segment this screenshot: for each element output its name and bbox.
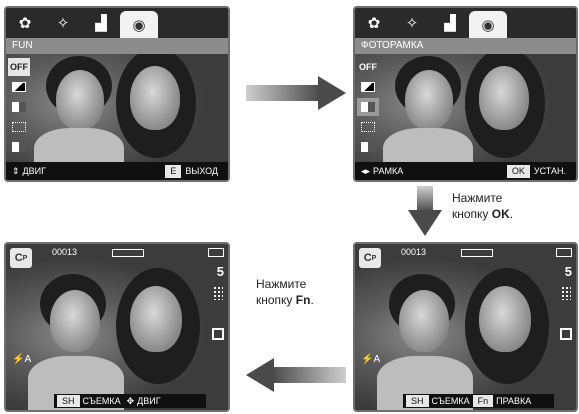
camera-tab-icon[interactable]: ◉	[120, 11, 158, 39]
memory-bar	[112, 249, 144, 257]
caption-line: кнопку	[256, 293, 296, 307]
dpad-icon: ✥	[126, 395, 135, 406]
composite-icon	[12, 102, 26, 112]
menu-item-frame[interactable]	[357, 78, 379, 96]
program-mode-icon: CP	[359, 248, 381, 268]
image-size: 5	[216, 264, 224, 279]
menu-item-list: OFF	[8, 58, 30, 158]
left-right-icon: ◂▸	[361, 165, 371, 176]
set-label: УСТАН.	[533, 166, 566, 176]
caption-press-fn: Нажмите кнопку Fn.	[256, 277, 314, 307]
move-label: ДВИГ	[137, 396, 161, 406]
sparkle-icon[interactable]: ✧	[393, 10, 431, 36]
menu-item-split[interactable]	[8, 138, 30, 156]
caption-line: Нажмите	[452, 191, 503, 205]
shot-count: 00013	[52, 247, 78, 257]
flash-auto-icon: ⚡A	[12, 354, 32, 365]
menu-title: ФОТОРАМКА	[355, 38, 576, 54]
portrait-photo	[355, 244, 576, 410]
camera-tab-icon[interactable]: ◉	[469, 11, 507, 39]
menu-title: FUN	[6, 38, 228, 54]
menu-item-frame[interactable]	[8, 78, 30, 96]
caption-press-ok: Нажмите кнопку OK.	[452, 191, 514, 221]
nav-label: РАМКА	[373, 166, 404, 176]
ok-key[interactable]: OK	[506, 164, 530, 178]
histogram-icon[interactable]: ▟	[82, 10, 120, 36]
camera-screen-capture-fn: CP 00013 5 ⚡A SH СЪЕМКА Fn ПРАВКА	[353, 242, 578, 412]
shutter-key[interactable]: SH	[57, 395, 80, 407]
battery-icon	[556, 248, 572, 257]
arrow-down-icon	[408, 186, 442, 236]
menu-item-off[interactable]: OFF	[8, 58, 30, 76]
quality-icon	[213, 286, 223, 300]
flash-auto-icon: ⚡A	[361, 354, 381, 365]
caption-line: кнопку	[452, 207, 492, 221]
menu-item-off[interactable]: OFF	[357, 58, 379, 76]
split-icon	[361, 142, 375, 152]
metering-icon	[560, 328, 572, 340]
menu-item-composite[interactable]	[357, 98, 379, 116]
battery-icon	[208, 248, 224, 257]
program-mode-icon: CP	[10, 248, 32, 268]
exit-key[interactable]: E	[165, 164, 182, 178]
fn-key-label: Fn	[295, 293, 311, 307]
shoot-label: СЪЕМКА	[82, 396, 121, 406]
sparkle-icon[interactable]: ✧	[44, 10, 82, 36]
shot-count: 00013	[401, 247, 427, 257]
composite-icon	[361, 102, 375, 112]
image-size: 5	[564, 264, 572, 279]
quality-icon	[561, 286, 571, 300]
ok-key-label: OK	[491, 207, 510, 221]
menu-tab-bar: ✿ ✧ ▟ ◉	[355, 8, 576, 39]
menu-item-split[interactable]	[357, 138, 379, 156]
bottom-help-bar: ◂▸ РАМКА OK УСТАН.	[355, 162, 576, 180]
menu-item-composite[interactable]	[8, 98, 30, 116]
shoot-label: СЪЕМКА	[431, 396, 470, 406]
caption-line: Нажмите	[256, 277, 307, 291]
memory-bar	[461, 249, 493, 257]
camera-screen-fun-menu: ✿ ✧ ▟ ◉ FUN OFF ⇕ ДВИГ E ВЫХОД	[4, 6, 230, 182]
spot-icon	[361, 122, 375, 132]
menu-tab-bar: ✿ ✧ ▟ ◉	[6, 8, 228, 39]
arrow-left-icon	[246, 358, 346, 392]
up-down-icon: ⇕	[12, 165, 20, 176]
palette-icon[interactable]: ✿	[355, 10, 393, 36]
arrow-right-icon	[246, 76, 346, 110]
menu-item-spot[interactable]	[8, 118, 30, 136]
capture-help-bar: SH СЪЕМКА Fn ПРАВКА	[403, 394, 554, 408]
portrait-photo	[6, 244, 228, 410]
frame-icon	[361, 82, 375, 92]
exit-label: ВЫХОД	[185, 166, 218, 176]
capture-help-bar: SH СЪЕМКА ✥ ДВИГ	[54, 394, 206, 408]
menu-item-spot[interactable]	[357, 118, 379, 136]
nav-label: ДВИГ	[22, 166, 46, 176]
menu-item-list: OFF	[357, 58, 379, 158]
camera-screen-frame-menu: ✿ ✧ ▟ ◉ ФОТОРАМКА OFF ◂▸ РАМКА OK УСТАН.	[353, 6, 578, 182]
palette-icon[interactable]: ✿	[6, 10, 44, 36]
fn-key[interactable]: Fn	[472, 395, 494, 407]
spot-icon	[12, 122, 26, 132]
shutter-key[interactable]: SH	[406, 395, 429, 407]
edit-label: ПРАВКА	[496, 396, 532, 406]
bottom-help-bar: ⇕ ДВИГ E ВЫХОД	[6, 162, 228, 180]
split-icon	[12, 142, 26, 152]
metering-icon	[212, 328, 224, 340]
frame-icon	[12, 82, 26, 92]
histogram-icon[interactable]: ▟	[431, 10, 469, 36]
camera-screen-capture: CP 00013 5 ⚡A SH СЪЕМКА ✥ ДВИГ	[4, 242, 230, 412]
